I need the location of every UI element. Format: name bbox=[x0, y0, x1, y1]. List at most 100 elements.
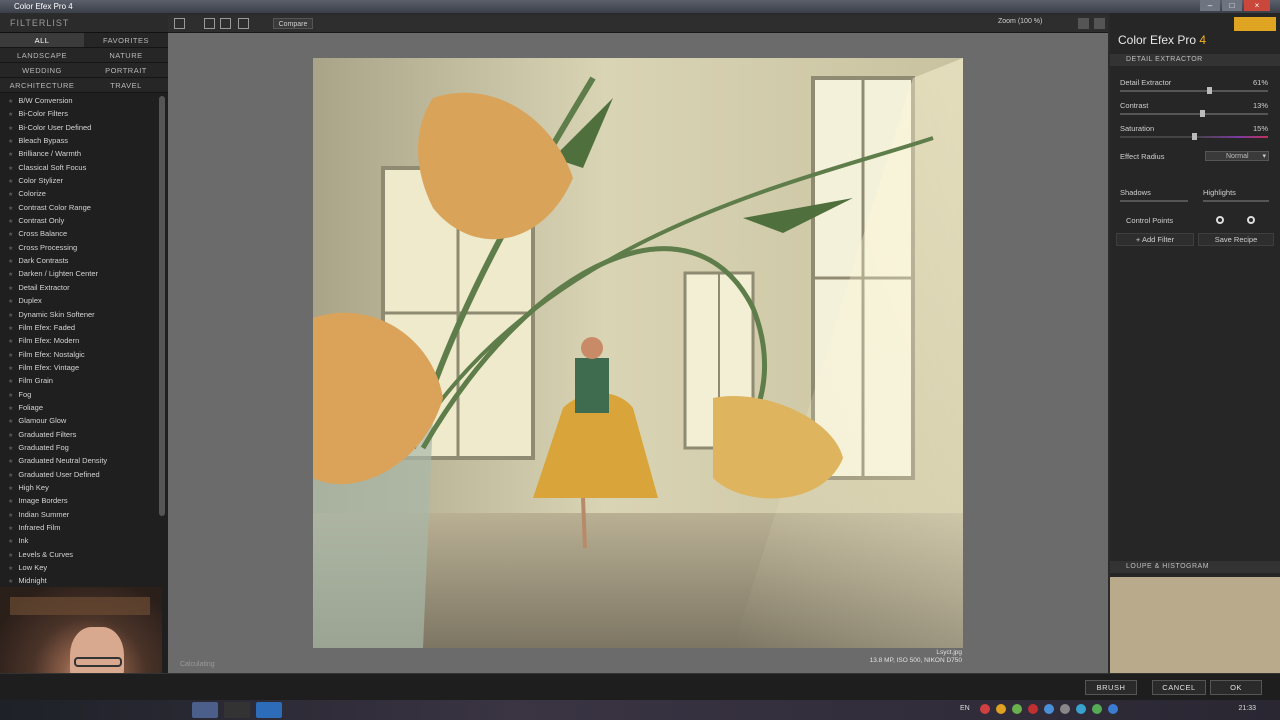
minimize-button[interactable]: – bbox=[1200, 0, 1220, 11]
filter-item[interactable]: Fog bbox=[0, 388, 158, 401]
detail-extractor-value: 61% bbox=[1252, 78, 1268, 87]
filter-list-scrollbar[interactable] bbox=[159, 96, 165, 516]
filter-item[interactable]: Low Key bbox=[0, 561, 158, 574]
filter-item[interactable]: Bi-Color Filters bbox=[0, 107, 158, 120]
filter-item[interactable]: Dynamic Skin Softener bbox=[0, 308, 158, 321]
effect-radius-label: Effect Radius bbox=[1120, 152, 1165, 161]
saturation-slider[interactable] bbox=[1120, 133, 1268, 140]
taskbar-app-icon[interactable] bbox=[192, 702, 218, 718]
tray-icon[interactable] bbox=[1028, 704, 1038, 714]
filter-item[interactable]: Darken / Lighten Center bbox=[0, 267, 158, 280]
category-travel[interactable]: TRAVEL bbox=[84, 78, 168, 93]
tray-icon[interactable] bbox=[1076, 704, 1086, 714]
language-indicator[interactable]: EN bbox=[960, 705, 970, 712]
contrast-label: Contrast bbox=[1120, 101, 1149, 110]
contrast-knob[interactable] bbox=[1200, 110, 1206, 117]
category-portrait[interactable]: PORTRAIT bbox=[84, 63, 168, 78]
single-view-icon[interactable] bbox=[204, 18, 215, 29]
category-architecture[interactable]: ARCHITECTURE bbox=[0, 78, 84, 93]
filter-item[interactable]: Graduated Neutral Density bbox=[0, 454, 158, 467]
filter-item[interactable]: Colorize bbox=[0, 187, 158, 200]
filter-item[interactable]: Glamour Glow bbox=[0, 414, 158, 427]
remove-control-point-icon[interactable] bbox=[1247, 216, 1255, 224]
hide-filters-icon[interactable] bbox=[174, 18, 185, 29]
tray-icon[interactable] bbox=[980, 704, 990, 714]
add-control-point-icon[interactable] bbox=[1216, 216, 1224, 224]
shadows-slider[interactable] bbox=[1120, 200, 1188, 202]
tray-icon[interactable] bbox=[1108, 704, 1118, 714]
filter-item[interactable]: Graduated Fog bbox=[0, 441, 158, 454]
filter-item[interactable]: Bleach Bypass bbox=[0, 134, 158, 147]
filter-item[interactable]: Midnight bbox=[0, 574, 158, 587]
split-view-icon[interactable] bbox=[220, 18, 231, 29]
filter-item[interactable]: Cross Processing bbox=[0, 241, 158, 254]
file-name: Lsyct.jpg bbox=[936, 649, 962, 656]
category-all[interactable]: ALL bbox=[0, 33, 84, 48]
loupe-view bbox=[1110, 577, 1280, 673]
contrast-slider[interactable] bbox=[1120, 110, 1268, 117]
contrast-value: 13% bbox=[1252, 101, 1268, 110]
cancel-button[interactable]: CANCEL bbox=[1152, 680, 1206, 695]
category-landscape[interactable]: LANDSCAPE bbox=[0, 48, 84, 63]
side-by-side-icon[interactable] bbox=[238, 18, 249, 29]
title-bar: Color Efex Pro 4 – □ × bbox=[0, 0, 1280, 13]
tray-icon[interactable] bbox=[1092, 704, 1102, 714]
preview-image[interactable] bbox=[313, 58, 963, 648]
filter-item[interactable]: Film Efex: Modern bbox=[0, 334, 158, 347]
save-recipe-button[interactable]: Save Recipe bbox=[1198, 233, 1274, 246]
filter-item[interactable]: High Key bbox=[0, 481, 158, 494]
filter-item[interactable]: Film Grain bbox=[0, 374, 158, 387]
highlights-slider[interactable] bbox=[1203, 200, 1269, 202]
taskbar-skype-icon[interactable] bbox=[256, 702, 282, 718]
filter-item[interactable]: Graduated Filters bbox=[0, 428, 158, 441]
saturation-knob[interactable] bbox=[1191, 133, 1197, 140]
filter-item[interactable]: Color Stylizer bbox=[0, 174, 158, 187]
detail-extractor-knob[interactable] bbox=[1207, 87, 1213, 94]
detail-extractor-slider[interactable] bbox=[1120, 87, 1268, 94]
tray-icon[interactable] bbox=[996, 704, 1006, 714]
filter-item[interactable]: Film Efex: Nostalgic bbox=[0, 348, 158, 361]
control-points-label[interactable]: Control Points bbox=[1126, 216, 1173, 225]
filter-item[interactable]: Brilliance / Warmth bbox=[0, 147, 158, 160]
filter-item[interactable]: Bi-Color User Defined bbox=[0, 121, 158, 134]
filter-item[interactable]: Film Efex: Faded bbox=[0, 321, 158, 334]
filter-item[interactable]: Ink bbox=[0, 534, 158, 547]
filter-section-title: DETAIL EXTRACTOR bbox=[1126, 56, 1203, 63]
effect-radius-dropdown[interactable]: Normal bbox=[1205, 151, 1269, 161]
filter-item[interactable]: Contrast Only bbox=[0, 214, 158, 227]
tray-icon[interactable] bbox=[1012, 704, 1022, 714]
filter-item[interactable]: Film Efex: Vintage bbox=[0, 361, 158, 374]
filter-item[interactable]: Infrared Film bbox=[0, 521, 158, 534]
filter-item[interactable]: Classical Soft Focus bbox=[0, 161, 158, 174]
filter-item[interactable]: Contrast Color Range bbox=[0, 201, 158, 214]
add-filter-button[interactable]: + Add Filter bbox=[1116, 233, 1194, 246]
zoom-indicator[interactable]: Zoom (100 %) bbox=[998, 18, 1042, 25]
filter-item[interactable]: Detail Extractor bbox=[0, 281, 158, 294]
tray-icon[interactable] bbox=[1060, 704, 1070, 714]
background-toggle-icon[interactable] bbox=[1078, 18, 1089, 29]
compare-button[interactable]: Compare bbox=[273, 18, 313, 29]
ok-button[interactable]: OK bbox=[1210, 680, 1262, 695]
filter-item[interactable]: Cross Balance bbox=[0, 227, 158, 240]
loupe-section-header[interactable]: LOUPE & HISTOGRAM bbox=[1110, 561, 1280, 573]
action-bar: BRUSH CANCEL OK bbox=[0, 673, 1280, 700]
filter-item[interactable]: Dark Contrasts bbox=[0, 254, 158, 267]
brush-button[interactable]: BRUSH bbox=[1085, 680, 1137, 695]
filter-item[interactable]: Image Borders bbox=[0, 494, 158, 507]
tray-icon[interactable] bbox=[1044, 704, 1054, 714]
maximize-button[interactable]: □ bbox=[1222, 0, 1242, 11]
filter-item[interactable]: Indian Summer bbox=[0, 508, 158, 521]
category-nature[interactable]: NATURE bbox=[84, 48, 168, 63]
close-button[interactable]: × bbox=[1244, 0, 1270, 11]
filter-item[interactable]: Foliage bbox=[0, 401, 158, 414]
category-wedding[interactable]: WEDDING bbox=[0, 63, 84, 78]
category-favorites[interactable]: FAVORITES bbox=[84, 33, 168, 48]
filter-item[interactable]: B/W Conversion bbox=[0, 94, 158, 107]
filter-item[interactable]: Duplex bbox=[0, 294, 158, 307]
filter-section-header[interactable]: DETAIL EXTRACTOR bbox=[1110, 54, 1280, 66]
taskbar-chrome-icon[interactable] bbox=[224, 702, 250, 718]
status-text: Calculating bbox=[180, 661, 215, 668]
panel-toggle-icon[interactable] bbox=[1094, 18, 1105, 29]
filter-item[interactable]: Graduated User Defined bbox=[0, 468, 158, 481]
filter-item[interactable]: Levels & Curves bbox=[0, 548, 158, 561]
